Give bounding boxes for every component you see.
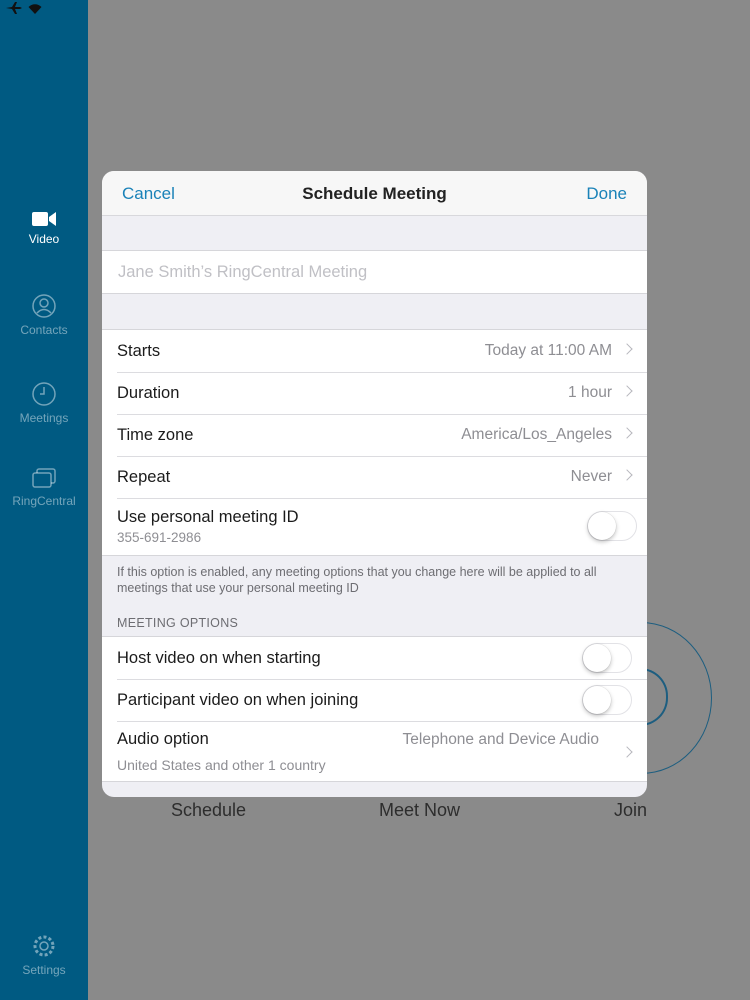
meeting-topic-input[interactable]: Jane Smith’s RingCentral Meeting bbox=[102, 250, 647, 294]
row-label: Duration bbox=[117, 383, 180, 402]
participant-video-toggle[interactable] bbox=[582, 685, 632, 715]
repeat-row[interactable]: Repeat Never bbox=[102, 456, 647, 498]
personal-meeting-id-row: Use personal meeting ID 355-691-2986 bbox=[102, 498, 647, 555]
host-video-toggle[interactable] bbox=[582, 643, 632, 673]
wifi-icon bbox=[28, 1, 42, 19]
row-value: 1 hour bbox=[568, 384, 612, 401]
row-label: Use personal meeting ID bbox=[117, 508, 299, 526]
meet-now-button[interactable]: Meet Now bbox=[379, 800, 460, 821]
done-button[interactable]: Done bbox=[586, 184, 627, 204]
gear-icon bbox=[0, 933, 88, 959]
row-label: Audio option bbox=[117, 729, 209, 748]
personal-meeting-id-toggle[interactable] bbox=[587, 511, 637, 541]
meeting-options-header: MEETING OPTIONS bbox=[117, 616, 239, 630]
sidebar-item-video[interactable]: Video bbox=[0, 210, 88, 246]
status-bar bbox=[6, 1, 42, 19]
chevron-right-icon bbox=[621, 469, 633, 481]
audio-option-sub: United States and other 1 country bbox=[117, 756, 326, 773]
chevron-right-icon bbox=[621, 385, 633, 397]
toggle-knob bbox=[583, 644, 611, 672]
participant-video-row: Participant video on when joining bbox=[102, 679, 647, 721]
sidebar-item-settings[interactable]: Settings bbox=[0, 933, 88, 977]
chevron-right-icon bbox=[621, 343, 633, 355]
airplane-icon bbox=[6, 1, 22, 19]
meeting-options-group: Host video on when starting Participant … bbox=[102, 636, 647, 782]
meeting-settings-group: Starts Today at 11:00 AM Duration 1 hour… bbox=[102, 329, 647, 556]
row-label: Starts bbox=[117, 341, 161, 360]
row-value: America/Los_Angeles bbox=[461, 426, 612, 443]
toggle-knob bbox=[588, 512, 616, 540]
toggle-knob bbox=[583, 686, 611, 714]
sidebar-item-ringcentral[interactable]: RingCentral bbox=[0, 468, 88, 508]
duration-row[interactable]: Duration 1 hour bbox=[102, 372, 647, 414]
row-value: Today at 11:00 AM bbox=[484, 342, 612, 359]
sidebar-item-meetings[interactable]: Meetings bbox=[0, 381, 88, 425]
schedule-meeting-modal: Cancel Schedule Meeting Done Jane Smith’… bbox=[102, 171, 647, 797]
join-button[interactable]: Join bbox=[614, 800, 647, 821]
row-label: Time zone bbox=[117, 425, 194, 444]
personal-id-note: If this option is enabled, any meeting o… bbox=[117, 565, 597, 595]
host-video-row: Host video on when starting bbox=[102, 637, 647, 679]
row-label: Host video on when starting bbox=[117, 648, 321, 667]
sidebar-item-label: Contacts bbox=[20, 323, 68, 337]
row-value: Never bbox=[570, 468, 612, 485]
chat-bubbles-icon bbox=[0, 468, 88, 490]
sidebar-item-label: Meetings bbox=[19, 411, 69, 425]
sidebar-item-label: RingCentral bbox=[12, 494, 76, 508]
personal-meeting-id: 355-691-2986 bbox=[117, 530, 202, 545]
modal-title: Schedule Meeting bbox=[302, 184, 447, 203]
sidebar-item-label: Settings bbox=[22, 963, 66, 977]
row-value: Telephone and Device Audio bbox=[402, 731, 599, 748]
starts-row[interactable]: Starts Today at 11:00 AM bbox=[102, 330, 647, 372]
row-label: Repeat bbox=[117, 467, 171, 486]
contacts-icon bbox=[0, 293, 88, 319]
schedule-button[interactable]: Schedule bbox=[171, 800, 246, 821]
sidebar-item-label: Video bbox=[28, 232, 60, 246]
sidebar-item-contacts[interactable]: Contacts bbox=[0, 293, 88, 337]
clock-icon bbox=[0, 381, 88, 407]
sidebar: Video Contacts Meetings RingCentral Sett… bbox=[0, 0, 88, 1000]
audio-option-row[interactable]: Audio option United States and other 1 c… bbox=[102, 721, 647, 781]
chevron-right-icon bbox=[621, 746, 633, 758]
row-label: Participant video on when joining bbox=[117, 690, 359, 709]
video-camera-icon bbox=[0, 210, 88, 228]
modal-nav-bar: Cancel Schedule Meeting Done bbox=[102, 171, 647, 216]
timezone-row[interactable]: Time zone America/Los_Angeles bbox=[102, 414, 647, 456]
chevron-right-icon bbox=[621, 427, 633, 439]
